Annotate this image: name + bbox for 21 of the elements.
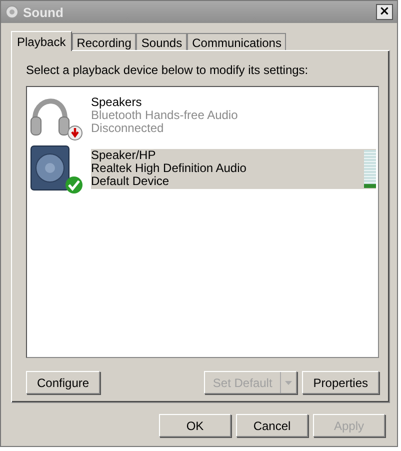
device-driver: Realtek High Definition Audio	[91, 162, 248, 175]
close-button[interactable]: ×	[376, 4, 393, 20]
tab[interactable]: Communications	[187, 33, 286, 50]
device-name: Speaker/HP	[91, 149, 157, 162]
tab[interactable]: Playback	[11, 31, 72, 51]
dialog-button[interactable]: OK	[159, 414, 231, 437]
device-status: Default Device	[91, 175, 170, 188]
tab[interactable]: Sounds	[136, 33, 188, 50]
window-title: Sound	[23, 4, 64, 20]
panel-button[interactable]: Configure	[26, 371, 100, 394]
level-meter	[364, 150, 376, 188]
tab[interactable]: Recording	[72, 33, 136, 50]
device-name: Speakers	[91, 96, 143, 109]
dialog-button[interactable]: Cancel	[236, 414, 308, 437]
instruction-text: Select a playback device below to modify its settings:	[26, 63, 310, 77]
device-driver: Bluetooth Hands-free Audio	[91, 109, 239, 122]
panel-button[interactable]: Properties	[302, 371, 379, 394]
device-status: Disconnected	[91, 122, 165, 135]
device-item[interactable]: Speakers Bluetooth Hands-free Audio Disconnected	[91, 96, 376, 136]
dropdown-icon	[285, 380, 292, 384]
device-item[interactable]: Speaker/HP Realtek High Definition Audio Default Device	[91, 148, 376, 188]
